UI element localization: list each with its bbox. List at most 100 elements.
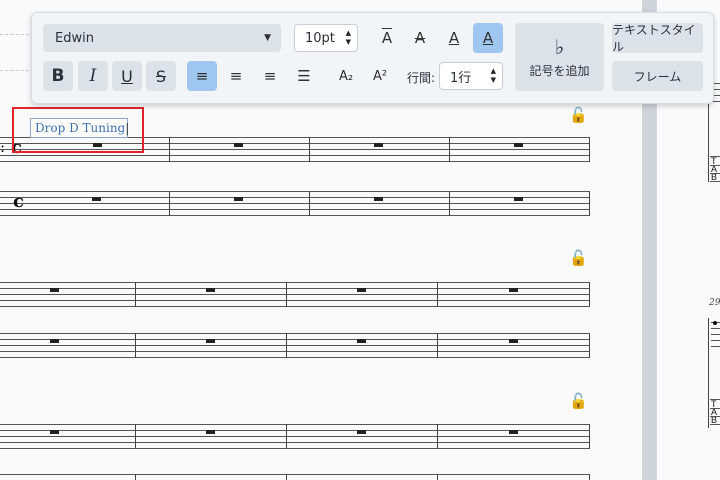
system-barline <box>708 318 709 428</box>
barline <box>309 137 310 162</box>
flat-icon: ♭ <box>554 34 565 59</box>
add-symbol-button[interactable]: ♭ 記号を追加 <box>515 23 604 91</box>
strikethrough-button[interactable]: S <box>146 61 176 91</box>
whole-rest[interactable] <box>206 339 215 343</box>
barline <box>169 137 170 162</box>
justify-icon: ☰ <box>297 67 311 85</box>
common-time-signature: c <box>13 191 24 212</box>
whole-rest[interactable] <box>50 288 59 292</box>
superscript-button[interactable]: A² <box>365 61 395 91</box>
spin-down-icon[interactable]: ▼ <box>491 76 496 85</box>
subscript-icon: A₂ <box>338 68 354 84</box>
enclosure-button[interactable]: A <box>473 23 503 53</box>
italic-icon: I <box>89 66 97 86</box>
overline-icon: A <box>381 29 393 47</box>
line-spacing-label: 行間: <box>407 71 436 85</box>
whole-rest[interactable] <box>357 339 366 343</box>
whole-rest[interactable] <box>509 430 518 434</box>
whole-rest[interactable] <box>357 288 366 292</box>
line-spacing-value: 1行 <box>450 70 472 86</box>
barline <box>589 424 590 449</box>
staff-system1-bottom[interactable] <box>0 191 590 216</box>
line-spacing-spinner[interactable]: 1行 ▲ ▼ <box>439 62 503 90</box>
barline <box>589 191 590 216</box>
barline <box>437 424 438 449</box>
strikethrough-icon: A <box>414 29 426 47</box>
tab-label: TAB <box>711 399 718 425</box>
staff-system3-top[interactable] <box>0 424 590 449</box>
whole-rest[interactable] <box>514 143 523 147</box>
align-right-button[interactable]: ≡ <box>255 61 285 91</box>
bold-button[interactable]: B <box>43 61 73 91</box>
whole-rest[interactable] <box>509 288 518 292</box>
spin-down-icon[interactable]: ▼ <box>346 38 351 47</box>
lock-icon[interactable]: 🔓 <box>569 249 588 267</box>
strikethrough-text-icon: S <box>155 66 167 86</box>
underline-button[interactable]: U <box>112 61 142 91</box>
barline <box>449 191 450 216</box>
font-family-value: Edwin <box>55 30 94 46</box>
whole-rest[interactable] <box>206 288 215 292</box>
italic-button[interactable]: I <box>78 61 108 91</box>
staff-system3-bottom[interactable] <box>0 474 590 480</box>
subscript-button[interactable]: A₂ <box>331 61 361 91</box>
spin-up-icon[interactable]: ▲ <box>491 67 496 76</box>
barline <box>169 191 170 216</box>
whole-rest[interactable] <box>50 339 59 343</box>
staff-system2-bottom[interactable] <box>0 333 590 358</box>
highlight-rectangle <box>12 107 144 153</box>
box-underline-icon: A <box>482 29 494 47</box>
frame-boundary <box>0 70 34 71</box>
frame-boundary <box>0 34 34 35</box>
add-symbol-label: 記号を追加 <box>529 63 590 78</box>
frame-label: フレーム <box>633 69 682 84</box>
chevron-down-icon: ▼ <box>264 33 271 43</box>
barline <box>589 137 590 162</box>
whole-rest[interactable] <box>50 430 59 434</box>
barline <box>309 191 310 216</box>
barline <box>589 282 590 307</box>
barline <box>589 333 590 358</box>
barline <box>437 333 438 358</box>
staff-system2-top[interactable] <box>0 282 590 307</box>
underline-accent-button[interactable]: A <box>440 25 468 51</box>
whole-rest[interactable] <box>234 197 243 201</box>
font-family-dropdown[interactable]: Edwin ▼ <box>43 24 281 52</box>
text-format-toolbar: Edwin ▼ 10pt ▲▼ A A A A B I U S ≡ ≡ ≡ ☰ <box>31 12 714 104</box>
font-size-spinner[interactable]: 10pt ▲ ▼ <box>294 24 358 52</box>
whole-rest[interactable] <box>206 430 215 434</box>
font-size-value: 10pt <box>305 30 335 46</box>
whole-rest[interactable] <box>374 143 383 147</box>
barline <box>589 474 590 480</box>
whole-rest[interactable] <box>357 430 366 434</box>
lock-icon[interactable]: 🔓 <box>569 392 588 410</box>
align-left-button[interactable]: ≡ <box>187 61 217 91</box>
barline <box>135 282 136 307</box>
barline <box>286 333 287 358</box>
superscript-icon: A² <box>372 68 388 84</box>
whole-rest[interactable] <box>92 197 101 201</box>
barline <box>449 137 450 162</box>
whole-rest[interactable] <box>234 143 243 147</box>
align-center-icon: ≡ <box>229 67 243 85</box>
measure-number: 29 <box>709 298 720 308</box>
frame-button[interactable]: フレーム <box>612 61 703 91</box>
strikethrough-accent-button[interactable]: A <box>406 25 434 51</box>
barline <box>286 282 287 307</box>
text-style-label: テキストスタイル <box>612 23 696 54</box>
whole-rest[interactable] <box>509 339 518 343</box>
align-right-icon: ≡ <box>263 67 277 85</box>
tab-label: TAB <box>711 156 718 182</box>
justify-button[interactable]: ☰ <box>289 61 319 91</box>
align-center-button[interactable]: ≡ <box>221 61 251 91</box>
barline <box>437 474 438 480</box>
lock-icon[interactable]: 🔓 <box>569 106 588 124</box>
align-left-icon: ≡ <box>195 67 209 85</box>
whole-rest[interactable] <box>514 197 523 201</box>
underline-text-icon: U <box>121 66 133 86</box>
barline <box>135 474 136 480</box>
spin-up-icon[interactable]: ▲ <box>346 29 351 38</box>
text-style-button[interactable]: テキストスタイル <box>612 23 703 54</box>
overline-button[interactable]: A <box>373 25 401 51</box>
whole-rest[interactable] <box>374 197 383 201</box>
